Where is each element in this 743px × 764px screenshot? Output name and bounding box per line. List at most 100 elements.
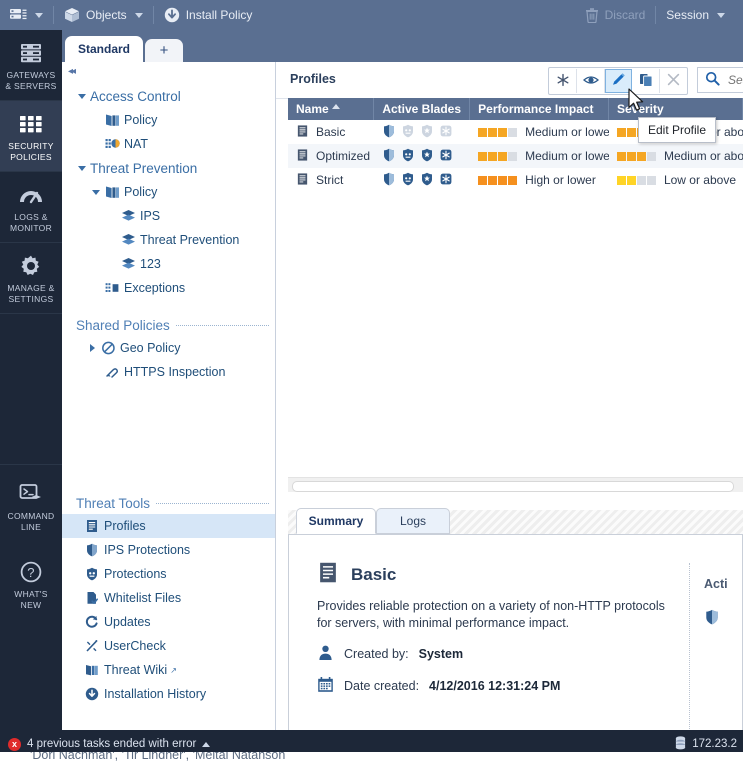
- user-icon: [317, 644, 334, 664]
- tree-item-ips-protections[interactable]: IPS Protections: [62, 538, 275, 562]
- chevron-down-icon: [35, 12, 43, 18]
- tree-item-label: Profiles: [104, 519, 146, 533]
- table-row[interactable]: Optimized Medium or lower Medium or abo: [288, 144, 743, 168]
- asterisk-icon: [556, 73, 570, 90]
- tree-item-protections[interactable]: Protections: [62, 562, 275, 586]
- tree-item-usercheck[interactable]: UserCheck: [62, 634, 275, 658]
- tree-group-threat-prevention[interactable]: Threat Prevention: [62, 156, 275, 180]
- https-inspection-icon: [102, 365, 122, 379]
- tree-group-access-control[interactable]: Access Control: [62, 84, 275, 108]
- rail-item-command-line[interactable]: COMMAND LINE: [0, 465, 62, 541]
- summary-created-by: Created by: System: [317, 644, 742, 664]
- tree-item-updates[interactable]: Updates: [62, 610, 275, 634]
- delete-profile-button[interactable]: [660, 69, 687, 93]
- rail-label-line1: GATEWAYS: [6, 70, 56, 80]
- search-box[interactable]: [697, 67, 743, 93]
- refresh-icon: [82, 615, 102, 629]
- scrollbar-thumb[interactable]: [292, 481, 734, 492]
- shield-star-icon: [420, 172, 434, 189]
- performance-impact-bar: [478, 175, 518, 185]
- chevron-down-icon: [717, 12, 725, 18]
- rail-item-logs-monitor[interactable]: LOGS & MONITOR: [0, 172, 62, 243]
- profiles-main-panel: Profiles Search... Name Active Blades Pe…: [276, 62, 743, 764]
- details-pane: Summary Logs Basic Provides reliable pro…: [288, 508, 743, 764]
- search-input[interactable]: [726, 72, 743, 88]
- eye-icon: [582, 74, 599, 89]
- tab-logs[interactable]: Logs: [376, 508, 450, 534]
- chevron-right-icon: [86, 344, 98, 352]
- tree-group-label: Threat Prevention: [90, 160, 198, 176]
- policy-book-icon: [102, 185, 122, 199]
- tree-item-profiles[interactable]: Profiles: [62, 514, 275, 538]
- rail-item-manage-settings[interactable]: MANAGE & SETTINGS: [0, 243, 62, 314]
- tab-standard[interactable]: Standard: [65, 36, 143, 62]
- tree-group-label: Access Control: [90, 88, 181, 104]
- grid-icon: [2, 111, 60, 137]
- tree-item-https-inspection[interactable]: HTTPS Inspection: [62, 360, 275, 384]
- shield-snowflake-icon: [439, 124, 453, 141]
- tab-summary[interactable]: Summary: [296, 508, 376, 534]
- tree-item-exceptions[interactable]: Exceptions: [62, 276, 275, 300]
- chevron-up-icon[interactable]: [202, 741, 211, 747]
- rail-label-line1: LOGS &: [14, 212, 48, 222]
- tree-item-nat[interactable]: NAT: [62, 132, 275, 156]
- tree-item-whitelist-files[interactable]: Whitelist Files: [62, 586, 275, 610]
- tree-item-123[interactable]: 123: [62, 252, 275, 276]
- session-label: Session: [666, 8, 709, 22]
- active-blades-cell: [382, 124, 453, 141]
- question-circle-icon: ?: [2, 559, 60, 585]
- tree-item-label: 123: [140, 257, 161, 271]
- install-policy-button[interactable]: Install Policy: [154, 0, 263, 30]
- table-horizontal-scrollbar[interactable]: [288, 477, 743, 492]
- tree-item-geo-policy[interactable]: Geo Policy: [62, 336, 275, 360]
- policy-book-icon: [102, 113, 122, 127]
- status-error-text[interactable]: 4 previous tasks ended with error: [27, 738, 196, 750]
- tree-item-threat-wiki[interactable]: Threat Wiki ↗: [62, 658, 275, 682]
- collapse-panel-button[interactable]: ◂◂: [68, 66, 76, 77]
- copy-icon: [639, 73, 653, 90]
- column-header-active-blades[interactable]: Active Blades: [374, 98, 471, 120]
- exceptions-icon: [102, 281, 122, 295]
- column-header-performance-impact[interactable]: Performance Impact: [470, 98, 609, 120]
- main-menu-button[interactable]: [0, 0, 53, 30]
- tree-item-label: Threat Wiki: [104, 663, 168, 677]
- column-header-name[interactable]: Name: [288, 98, 375, 120]
- new-profile-button[interactable]: [549, 69, 577, 93]
- shield-face-icon: [401, 124, 415, 141]
- view-profile-button[interactable]: [577, 69, 605, 93]
- rail-item-security-policies[interactable]: SECURITY POLICIES: [0, 101, 62, 172]
- search-icon: [705, 71, 720, 89]
- gauge-icon: [2, 182, 60, 208]
- table-row[interactable]: Strict High or lower Low or above: [288, 168, 743, 192]
- tree-item-ips[interactable]: IPS: [62, 204, 275, 228]
- tree-item-label: HTTPS Inspection: [124, 365, 226, 379]
- server-menu-icon: [10, 8, 27, 23]
- discard-button[interactable]: Discard: [575, 0, 656, 30]
- objects-button[interactable]: Objects: [54, 0, 153, 30]
- download-circle-icon: [82, 687, 102, 701]
- error-circle-icon: x: [8, 737, 21, 751]
- tree-item-threat-prevention-layer[interactable]: Threat Prevention: [62, 228, 275, 252]
- tree-item-policy[interactable]: Policy: [62, 108, 275, 132]
- rail-label-line1: COMMAND: [7, 511, 55, 521]
- active-blades-cell: [382, 148, 453, 165]
- wiki-book-icon: [82, 663, 102, 677]
- rail-item-whats-new[interactable]: ? WHAT'S NEW: [0, 541, 62, 619]
- top-toolbar: Objects Install Policy Discard Session: [0, 0, 743, 30]
- tree-item-label: IPS Protections: [104, 543, 191, 557]
- shield-face-icon: [401, 172, 415, 189]
- session-button[interactable]: Session: [656, 0, 735, 30]
- rail-item-gateways-servers[interactable]: GATEWAYS & SERVERS: [0, 30, 62, 101]
- pencil-icon: [611, 72, 626, 90]
- rail-label-line2: NEW: [20, 600, 42, 610]
- section-divider: [175, 324, 269, 326]
- whitelist-file-icon: [82, 591, 102, 605]
- tree-item-tp-policy[interactable]: Policy: [62, 180, 275, 204]
- sort-ascending-icon: [331, 104, 340, 109]
- section-divider: [156, 502, 269, 504]
- performance-impact-label: High or lower: [525, 173, 596, 187]
- created-by-label: Created by:: [344, 647, 409, 661]
- rail-label-line1: WHAT'S: [14, 589, 48, 599]
- new-tab-button[interactable]: +: [145, 39, 183, 62]
- tree-item-installation-history[interactable]: Installation History: [62, 682, 275, 706]
